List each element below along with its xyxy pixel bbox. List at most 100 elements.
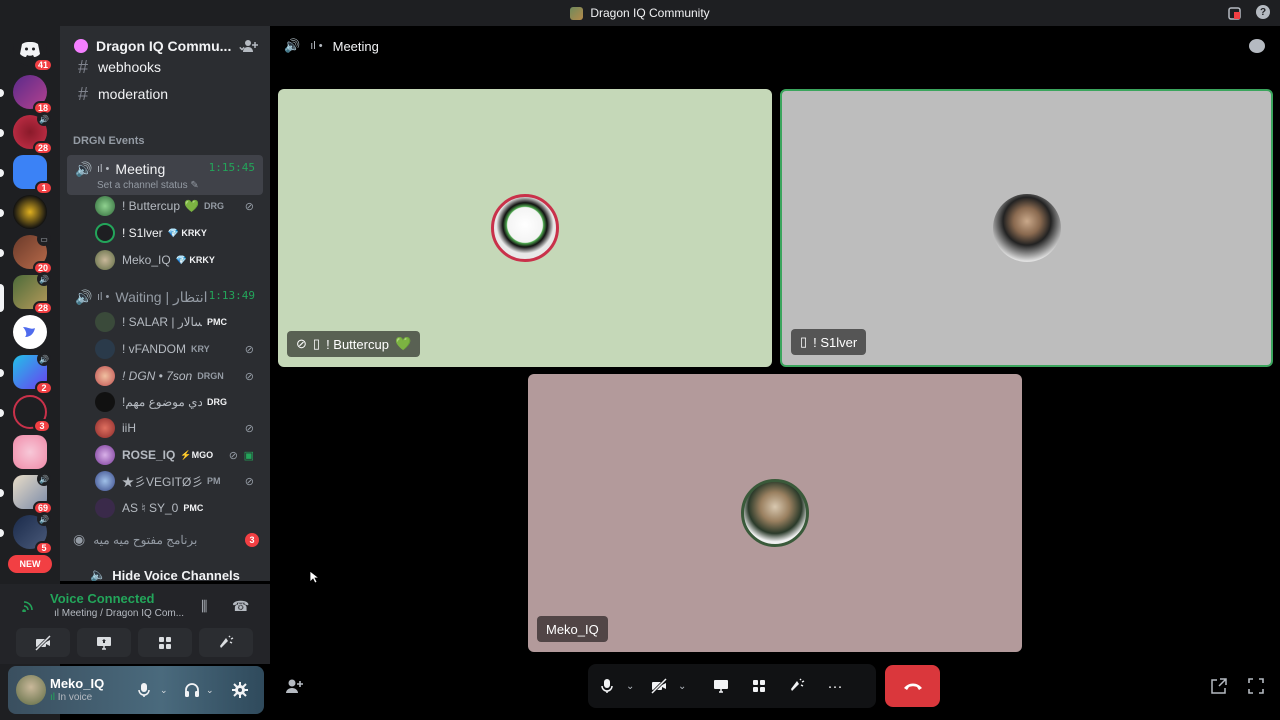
server-icon[interactable]: 18 <box>13 75 53 115</box>
server-icon[interactable]: 🔊 5 <box>13 512 53 555</box>
avatar <box>95 312 115 332</box>
channel-name: moderation <box>98 86 169 102</box>
disconnect-button[interactable] <box>885 665 940 707</box>
speaker-icon: 🔊 <box>75 160 93 177</box>
fullscreen-icon[interactable] <box>1248 678 1264 694</box>
participant-avatar <box>491 194 559 262</box>
member-name: ! DGN • 7son <box>122 369 193 383</box>
chevron-down-icon[interactable]: ⌄ <box>206 685 214 696</box>
channel-name: webhooks <box>98 59 162 75</box>
selected-indicator <box>0 284 4 312</box>
server-icon[interactable]: 3 <box>13 395 51 433</box>
server-icon[interactable] <box>13 435 47 469</box>
unread-indicator <box>0 409 4 417</box>
guild-tag: 💎 KRKY <box>167 227 207 238</box>
server-icon[interactable]: 1 <box>13 155 53 195</box>
voice-member[interactable]: ROSE_IQ ⚡MGO ⊘ ▣ <box>95 443 260 467</box>
voice-activity-icon: ıl • <box>97 291 110 303</box>
unread-indicator <box>0 489 4 497</box>
screen-share-button[interactable] <box>77 628 131 657</box>
participant-tile-meko[interactable]: Meko_IQ <box>528 374 1022 652</box>
member-name: Meko_IQ <box>122 253 171 267</box>
guild-name: Dragon IQ Commu... <box>96 38 232 54</box>
member-name: !عندي موضوع مهم <box>122 395 202 409</box>
category-header[interactable]: DRGN Events <box>73 135 145 147</box>
participant-tile-buttercup[interactable]: ⊘ ▯ ! Buttercup 💚 <box>278 89 772 367</box>
microphone-button[interactable] <box>588 668 626 704</box>
call-timer: 1:13:49 <box>208 289 255 302</box>
new-servers-badge[interactable]: NEW <box>8 555 52 573</box>
voice-channel-waiting[interactable]: 🔊 ıl • Waiting | انتظار 1:13:49 <box>67 283 263 309</box>
stage-channel[interactable]: ◉ برنامج مفتوح ميه ميه 3 <box>73 531 259 548</box>
server-icon[interactable] <box>13 315 47 349</box>
server-icon[interactable]: ▭ 20 <box>13 232 53 275</box>
unread-indicator <box>0 209 4 217</box>
home-button[interactable]: 41 <box>13 32 53 72</box>
help-icon[interactable]: ? <box>1256 5 1270 19</box>
voice-channel-meeting[interactable]: 🔊 ıl • Meeting 1:15:45 Set a channel sta… <box>67 155 263 195</box>
inbox-icon[interactable] <box>1226 5 1242 21</box>
guild-tag: ⚡MGO <box>180 449 214 460</box>
voice-member[interactable]: ! Buttercup 💚 DRG ⊘ <box>95 194 260 218</box>
screen-share-button[interactable] <box>702 668 740 704</box>
camera-off-button[interactable] <box>16 628 70 657</box>
text-channel-moderation[interactable]: # moderation <box>68 82 262 106</box>
microphone-icon[interactable] <box>138 682 150 698</box>
server-icon[interactable]: 🔊 69 <box>13 472 53 515</box>
participant-avatar <box>992 194 1061 262</box>
voice-member[interactable]: iiH ⊘ <box>95 416 260 440</box>
chevron-down-icon[interactable]: ⌄ <box>626 681 640 692</box>
guild-tag: DRG <box>207 397 227 407</box>
voice-member[interactable]: ! SALAR | سالار PMC <box>95 310 260 334</box>
gear-icon[interactable] <box>232 682 248 698</box>
soundboard-button[interactable] <box>778 668 816 704</box>
avatar <box>95 418 115 438</box>
guild-tag: 💎 KRKY <box>175 254 215 265</box>
invite-to-call-icon[interactable] <box>285 678 303 694</box>
guild-tag-text: KRKY <box>181 227 207 238</box>
speaker-icon: 🔊 <box>284 38 301 53</box>
voice-activity-icon: ıl • <box>97 163 110 175</box>
headphones-icon[interactable] <box>184 682 200 698</box>
voice-member[interactable]: !عندي موضوع مهم DRG <box>95 390 260 414</box>
voice-member[interactable]: Meko_IQ 💎 KRKY <box>95 248 260 272</box>
speaker-icon: 🔊 <box>37 472 51 486</box>
server-icon[interactable]: 🔊 28 <box>13 112 53 155</box>
disconnect-icon[interactable]: ☎ <box>232 598 250 616</box>
server-icon-dragon-iq[interactable]: 🔊 28 <box>13 272 53 315</box>
mouse-cursor-icon <box>309 570 319 584</box>
activities-button[interactable] <box>138 628 192 657</box>
server-icon[interactable] <box>13 195 47 229</box>
voice-member[interactable]: ! DGN • 7son DRGN ⊘ <box>95 364 260 388</box>
guild-tag: DRGN <box>197 371 224 381</box>
unread-indicator <box>0 169 4 177</box>
chevron-down-icon[interactable]: ⌄ <box>678 681 692 692</box>
avatar[interactable] <box>16 675 46 705</box>
voice-location[interactable]: ıl Meeting / Dragon IQ Com... <box>54 608 184 619</box>
username[interactable]: Meko_IQ <box>50 676 104 691</box>
activities-button[interactable] <box>740 668 778 704</box>
unread-badge: 1 <box>35 181 53 195</box>
text-channel-webhooks[interactable]: # webhooks <box>68 55 262 79</box>
signal-icon[interactable] <box>22 598 36 612</box>
chat-bubble-icon[interactable] <box>1249 39 1265 53</box>
camera-off-button[interactable] <box>640 668 678 704</box>
noise-suppression-icon[interactable]: ⫼ <box>201 598 219 616</box>
voice-member[interactable]: AS ♮ SY_0 PMC <box>95 496 260 520</box>
voice-member[interactable]: ! vFANDOM KRY ⊘ <box>95 337 260 361</box>
user-status-text: In voice <box>57 692 93 703</box>
voice-status[interactable]: Voice Connected <box>50 591 155 606</box>
hide-voice-channels-button[interactable]: 🔈 Hide Voice Channels <box>60 563 270 581</box>
channel-status[interactable]: Set a channel status ✎ <box>97 180 263 191</box>
member-name: AS ♮ SY_0 <box>122 501 179 515</box>
pop-out-icon[interactable] <box>1211 678 1227 694</box>
more-options-icon[interactable]: ··· <box>816 668 854 704</box>
avatar <box>95 339 115 359</box>
voice-member[interactable]: ! S1lver 💎 KRKY <box>95 221 260 245</box>
server-icon[interactable]: 🔊 2 <box>13 352 53 395</box>
chevron-down-icon[interactable]: ⌄ <box>160 685 168 696</box>
participant-tile-s1lver[interactable]: ▯ ! S1lver <box>780 89 1273 367</box>
invite-people-icon[interactable] <box>242 38 258 54</box>
soundboard-button[interactable] <box>199 628 253 657</box>
voice-member[interactable]: ★彡VEGITØ彡★ PM ⊘ <box>95 469 260 493</box>
